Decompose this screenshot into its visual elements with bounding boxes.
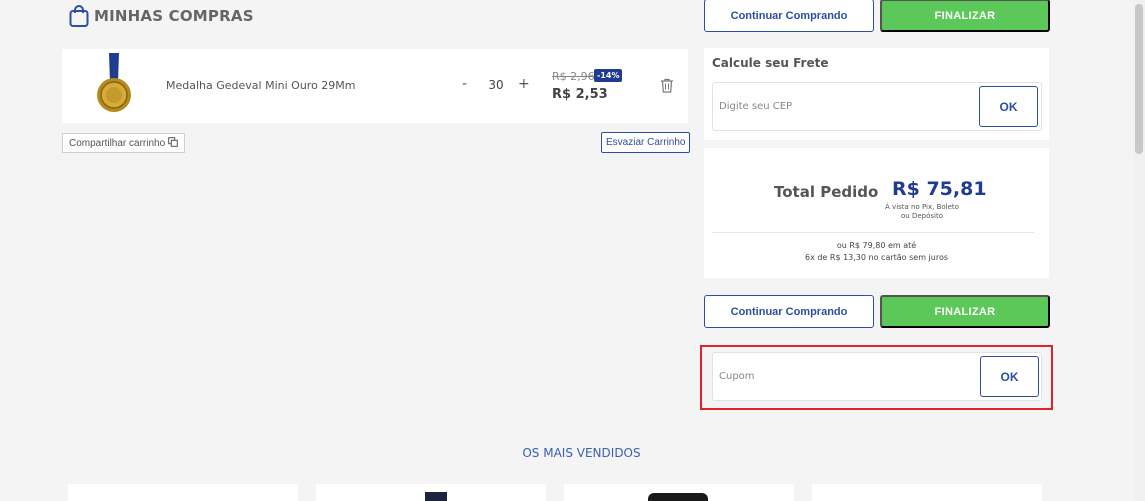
freight-calculator: Calcule seu Frete OK [704,48,1049,140]
freight-title: Calcule seu Frete [712,56,829,70]
total-label: Total Pedido [774,183,879,201]
share-cart-label: Compartilhar carrinho [69,137,166,149]
divider [712,232,1034,233]
current-price: R$ 2,53 [552,87,608,102]
best-seller-card[interactable] [812,484,1042,501]
coupon-input[interactable] [719,353,959,400]
best-sellers-title: OS MAIS VENDIDOS [522,446,641,460]
quantity-decrease-button[interactable]: - [462,76,467,92]
share-cart-button[interactable]: Compartilhar carrinho [62,133,186,153]
continue-shopping-button-bottom[interactable]: Continuar Comprando [704,295,874,328]
discount-badge: -14% [594,69,623,82]
best-seller-product-image [648,493,708,501]
finalize-button-top[interactable]: FINALIZAR [880,0,1050,32]
best-seller-product-image [425,492,447,501]
quantity-value[interactable]: 30 [486,78,506,92]
best-seller-card[interactable] [68,484,298,501]
page-title: MINHAS COMPRAS [68,4,254,28]
shopping-bag-icon [68,4,90,28]
cart-item-row: Medalha Gedeval Mini Ouro 29Mm - 30 + R$… [62,49,688,123]
copy-icon [168,136,178,150]
page-scrollbar[interactable] [1133,0,1145,501]
installment-line1: ou R$ 79,80 em até [836,241,917,250]
quantity-increase-button[interactable]: + [518,76,530,92]
scrollbar-thumb[interactable] [1135,4,1143,154]
coupon-input-box: OK [712,352,1042,401]
total-value: R$ 75,81 [892,178,987,200]
coupon-highlight: OK [700,345,1053,410]
cep-input[interactable] [719,83,959,130]
cep-ok-button[interactable]: OK [979,86,1038,127]
product-image[interactable] [90,53,138,117]
continue-shopping-button-top[interactable]: Continuar Comprando [704,0,874,32]
original-price: R$ 2,96 [552,70,595,83]
order-total-card: Total Pedido R$ 75,81 À vista no Pix, Bo… [704,148,1049,278]
cep-input-box: OK [712,82,1042,131]
installment-line2: 6x de R$ 13,30 no cartão sem juros [804,253,948,262]
payment-note: À vista no Pix, Boleto ou Depósito [882,203,962,221]
product-name[interactable]: Medalha Gedeval Mini Ouro 29Mm [166,79,356,92]
finalize-button-bottom[interactable]: FINALIZAR [880,295,1050,328]
coupon-ok-button[interactable]: OK [980,356,1039,397]
payment-note-line1: À vista no Pix, Boleto [885,203,959,211]
page-title-text: MINHAS COMPRAS [94,7,254,25]
clear-cart-button[interactable]: Esvaziar Carrinho [601,132,691,153]
trash-icon[interactable] [660,78,674,93]
payment-note-line2: ou Depósito [901,211,943,220]
